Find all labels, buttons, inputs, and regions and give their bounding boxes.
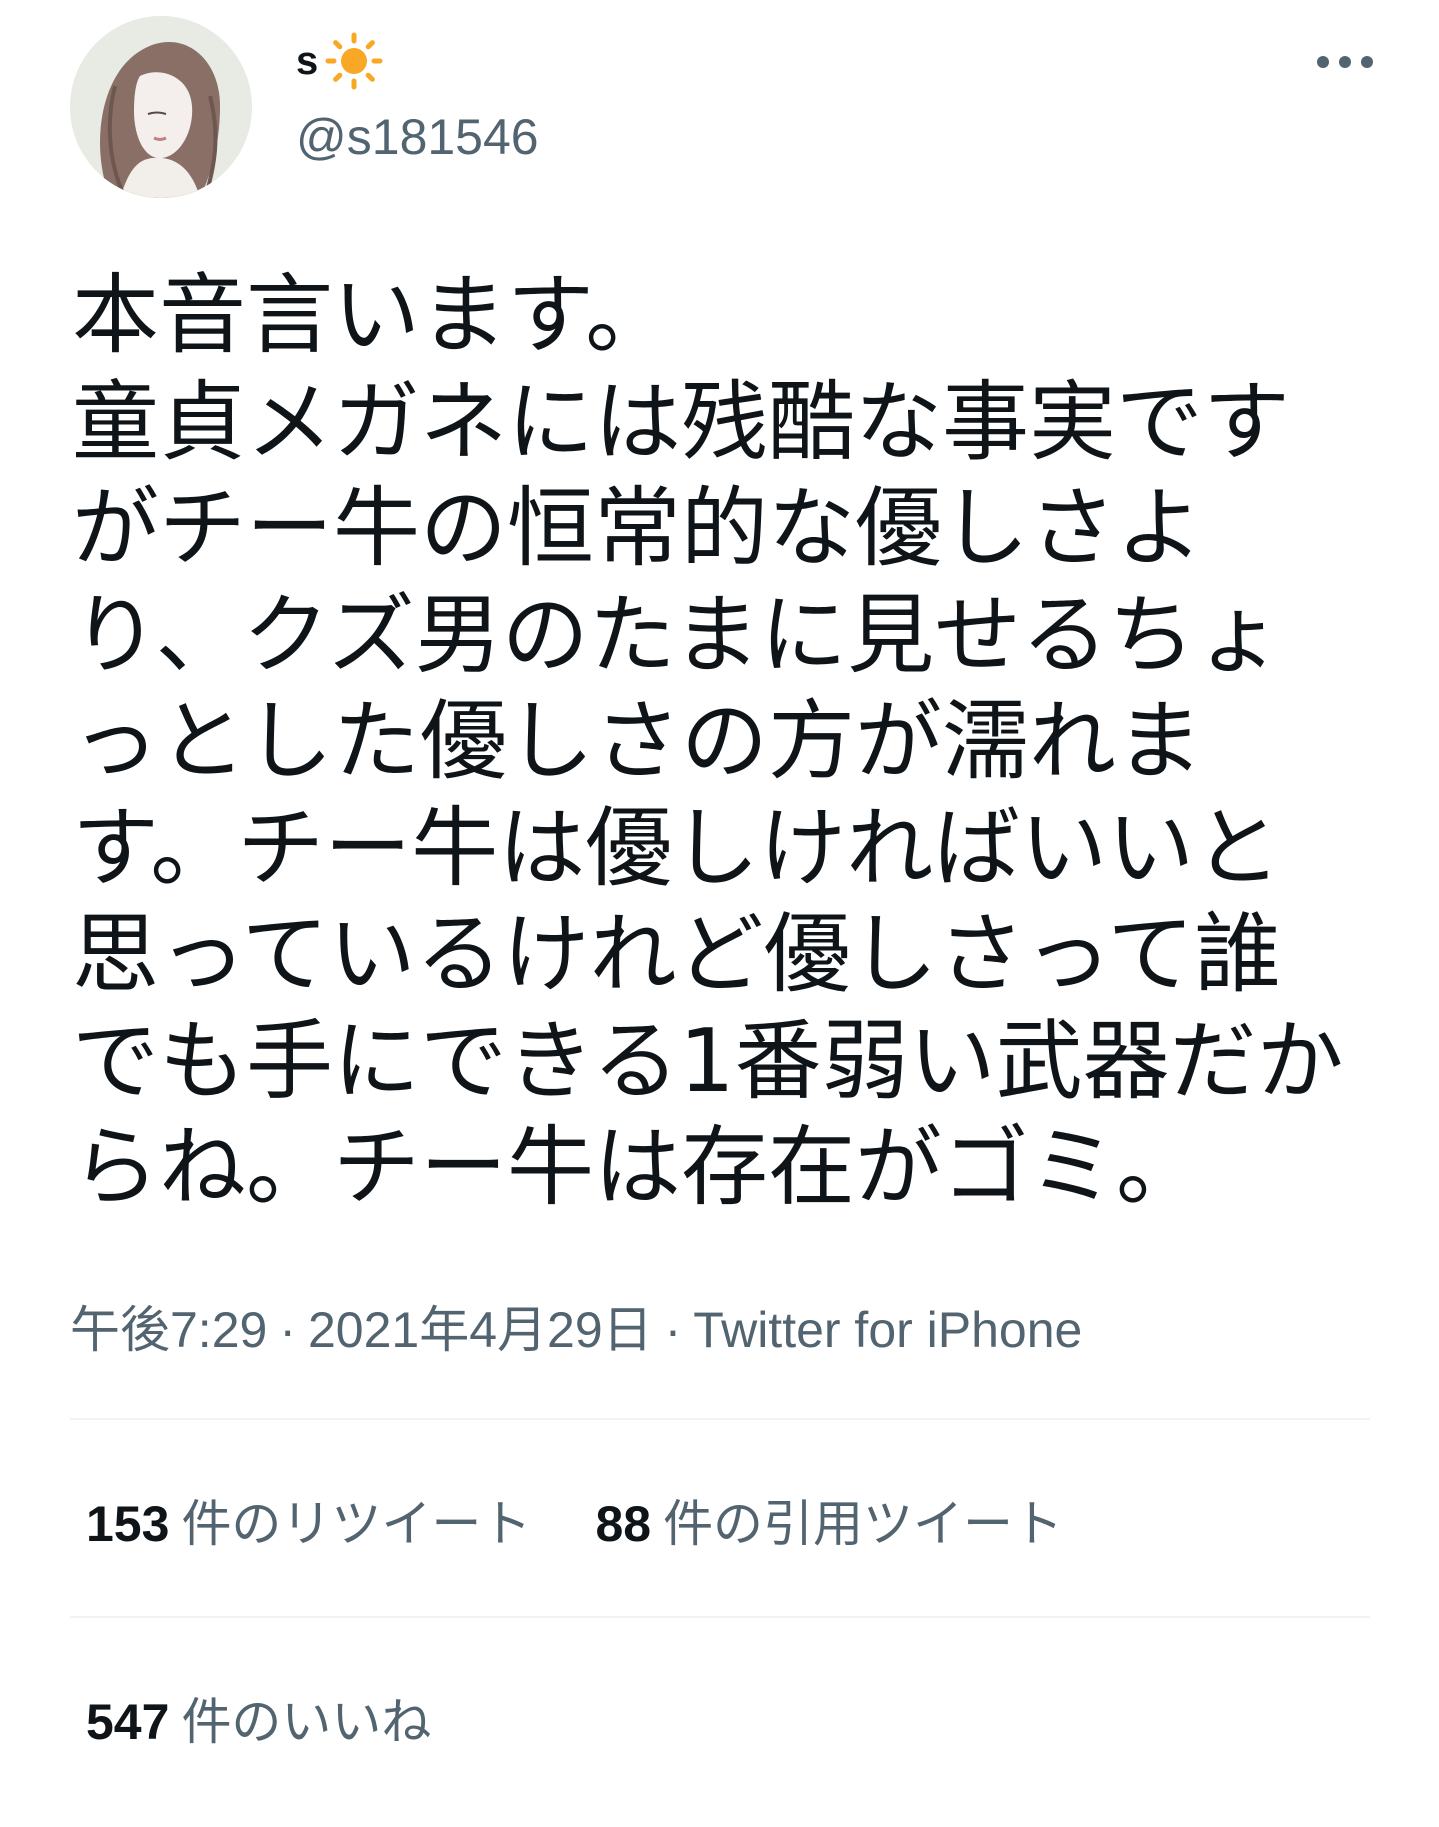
likes-stats: 547 件のいいね <box>86 1682 431 1754</box>
likes-stat[interactable]: 547 件のいいね <box>86 1682 431 1754</box>
tweet-text-line: 思っているけれど優しさって誰 <box>72 903 1282 1005</box>
sun-icon <box>325 32 383 90</box>
quotes-count: 88 <box>595 1496 652 1552</box>
user-handle[interactable]: @s181546 <box>296 108 539 166</box>
tweet-text-line: がチー牛の恒常的な優しさよ <box>72 477 1203 579</box>
tweet-text-line: でも手にできる1番弱い武器だか <box>72 1009 1344 1112</box>
divider <box>70 1418 1370 1420</box>
tweet-text-line: り、クズ男のたまに見せるちょ <box>72 583 1283 686</box>
quotes-label: 件の引用ツイート <box>663 1496 1064 1552</box>
meta-separator: · <box>664 1302 682 1358</box>
meta-separator: · <box>279 1302 296 1358</box>
engagement-stats: 153 件のリツイート 88 件の引用ツイート <box>86 1484 1063 1556</box>
tweet-detail: s @s181546 本音言います。 童貞メガネには残酷な事実です がチー牛の恒… <box>0 0 1439 1827</box>
more-options-button[interactable] <box>1300 40 1390 84</box>
avatar[interactable] <box>70 16 252 198</box>
retweets-stat[interactable]: 153 件のリツイート <box>86 1484 531 1556</box>
tweet-metadata: 午後7:29 · 2021年4月29日 · Twitter for iPhone <box>70 1290 1082 1362</box>
tweet-text-line: す。チー牛は優しければいいと <box>72 796 1282 899</box>
display-name-row[interactable]: s <box>296 26 386 96</box>
tweet-text-line: 本音言います。 <box>72 264 673 366</box>
tweet-text-line: らね。チー牛は存在がゴミ。 <box>72 1116 1203 1218</box>
retweets-label: 件のリツイート <box>181 1496 532 1552</box>
tweet-text: 本音言います。 童貞メガネには残酷な事実です がチー牛の恒常的な優しさよ り、ク… <box>72 262 1372 1221</box>
quotes-stat[interactable]: 88 件の引用ツイート <box>595 1484 1063 1556</box>
tweet-text-line: っとした優しさの方が濡れま <box>72 690 1203 792</box>
tweet-text-line: 童貞メガネには残酷な事実です <box>72 370 1290 473</box>
tweet-date[interactable]: 2021年4月29日 <box>308 1302 653 1358</box>
display-name: s <box>296 38 319 83</box>
retweets-count: 153 <box>86 1496 170 1552</box>
more-horizontal-icon <box>1317 56 1373 68</box>
likes-label: 件のいいね <box>181 1694 432 1750</box>
likes-count: 547 <box>86 1694 170 1750</box>
avatar-illustration <box>70 16 252 198</box>
divider <box>70 1616 1370 1618</box>
tweet-source[interactable]: Twitter for iPhone <box>693 1302 1082 1358</box>
tweet-time[interactable]: 午後7:29 <box>70 1302 267 1358</box>
